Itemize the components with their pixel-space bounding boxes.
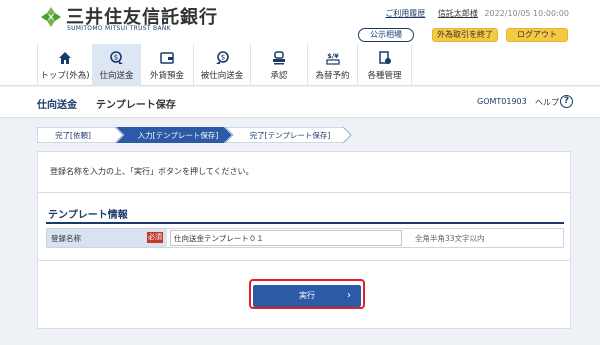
fx-deposit-icon xyxy=(160,52,174,64)
approval-icon xyxy=(273,51,285,65)
nav-item-top[interactable]: トップ(外為) xyxy=(37,44,93,86)
step-1-label: 完了[依頼] xyxy=(55,130,91,140)
nav-item-fx-deposit[interactable]: 外貨預金 xyxy=(141,44,194,86)
form-label-cell: 登録名称 必須 xyxy=(47,229,167,247)
svg-text:$: $ xyxy=(221,54,225,62)
bank-logo-icon xyxy=(41,7,61,27)
divider xyxy=(38,260,570,261)
main-card: 登録名称を入力の上、「実行」ボタンを押してください。 テンプレート情報 登録名称… xyxy=(37,151,571,329)
logout-button[interactable]: ログアウト xyxy=(506,28,568,42)
user-name-link[interactable]: 信託太郎様 xyxy=(438,9,478,18)
remit-inbound-icon: $ xyxy=(216,51,229,64)
nav-item-remit-outbound[interactable]: $ 仕向送金 xyxy=(93,44,141,86)
form-row-registration-name: 登録名称 必須 全角半角33文字以内 xyxy=(46,228,564,248)
nav-item-label: 仕向送金 xyxy=(99,71,134,81)
usage-history-link[interactable]: ご利用履歴 xyxy=(385,9,425,18)
input-hint: 全角半角33文字以内 xyxy=(415,234,485,243)
form-label: 登録名称 xyxy=(51,234,81,243)
nav-item-label: 承認 xyxy=(270,71,288,81)
nav-item-management[interactable]: 各種管理 xyxy=(358,44,412,86)
nav-item-label: 被仕向送金 xyxy=(200,71,244,81)
nav-item-label: トップ(外為) xyxy=(40,71,90,81)
registration-name-input[interactable] xyxy=(170,230,402,246)
step-2-label: 入力[テンプレート保存] xyxy=(138,130,219,140)
nav-item-label: 外貨預金 xyxy=(149,71,184,81)
section-title: テンプレート情報 xyxy=(48,210,128,221)
chevron-right-icon: › xyxy=(347,290,351,301)
svg-text:$/¥: $/¥ xyxy=(327,52,339,60)
nav-item-label: 為替予約 xyxy=(315,71,350,81)
screen-code: GOMT01903 xyxy=(477,97,527,106)
execute-button[interactable]: 実行 › xyxy=(253,285,361,307)
fx-contract-icon: $/¥ xyxy=(325,52,340,65)
execute-button-highlight: 実行 › xyxy=(249,279,365,309)
global-nav: トップ(外為) $ 仕向送金 外貨預金 $ 被仕向送金 承認 $/¥ 為替予約 … xyxy=(0,44,600,86)
utility-links: ご利用履歴 信託太郎様 2022/10/05 10:00:00 xyxy=(385,8,569,19)
remit-outbound-icon: $ xyxy=(109,51,123,64)
public-rate-button[interactable]: 公示相場 xyxy=(358,28,414,42)
bank-name-en: SUMITOMO MITSUI TRUST BANK xyxy=(67,25,171,32)
home-icon xyxy=(59,52,71,64)
instruction-text: 登録名称を入力の上、「実行」ボタンを押してください。 xyxy=(50,167,254,176)
nav-item-remit-inbound[interactable]: $ 被仕向送金 xyxy=(194,44,251,86)
nav-item-approval[interactable]: 承認 xyxy=(251,44,308,86)
section-rule xyxy=(46,222,564,224)
step-3-label: 完了[テンプレート保存] xyxy=(250,130,331,140)
page-category: 仕向送金 xyxy=(37,100,77,111)
required-badge: 必須 xyxy=(147,232,163,243)
end-fx-button[interactable]: 外為取引を終了 xyxy=(432,28,498,42)
execute-label: 実行 xyxy=(299,291,315,300)
help-link[interactable]: ヘルプ xyxy=(535,97,559,108)
help-icon[interactable]: ? xyxy=(560,95,573,108)
management-icon xyxy=(378,51,391,64)
header: 三井住友信託銀行 SUMITOMO MITSUI TRUST BANK ご利用履… xyxy=(0,0,600,44)
progress-steps: 完了[依頼] 入力[テンプレート保存] 完了[テンプレート保存] xyxy=(37,127,352,143)
nav-item-fx-contract[interactable]: $/¥ 為替予約 xyxy=(308,44,358,86)
page-title: テンプレート保存 xyxy=(96,100,176,111)
svg-text:$: $ xyxy=(113,54,117,62)
nav-item-label: 各種管理 xyxy=(367,71,402,81)
page-header: 仕向送金 テンプレート保存 GOMT01903 ヘルプ ? xyxy=(0,87,600,118)
divider xyxy=(38,192,570,193)
login-timestamp: 2022/10/05 10:00:00 xyxy=(484,9,569,18)
